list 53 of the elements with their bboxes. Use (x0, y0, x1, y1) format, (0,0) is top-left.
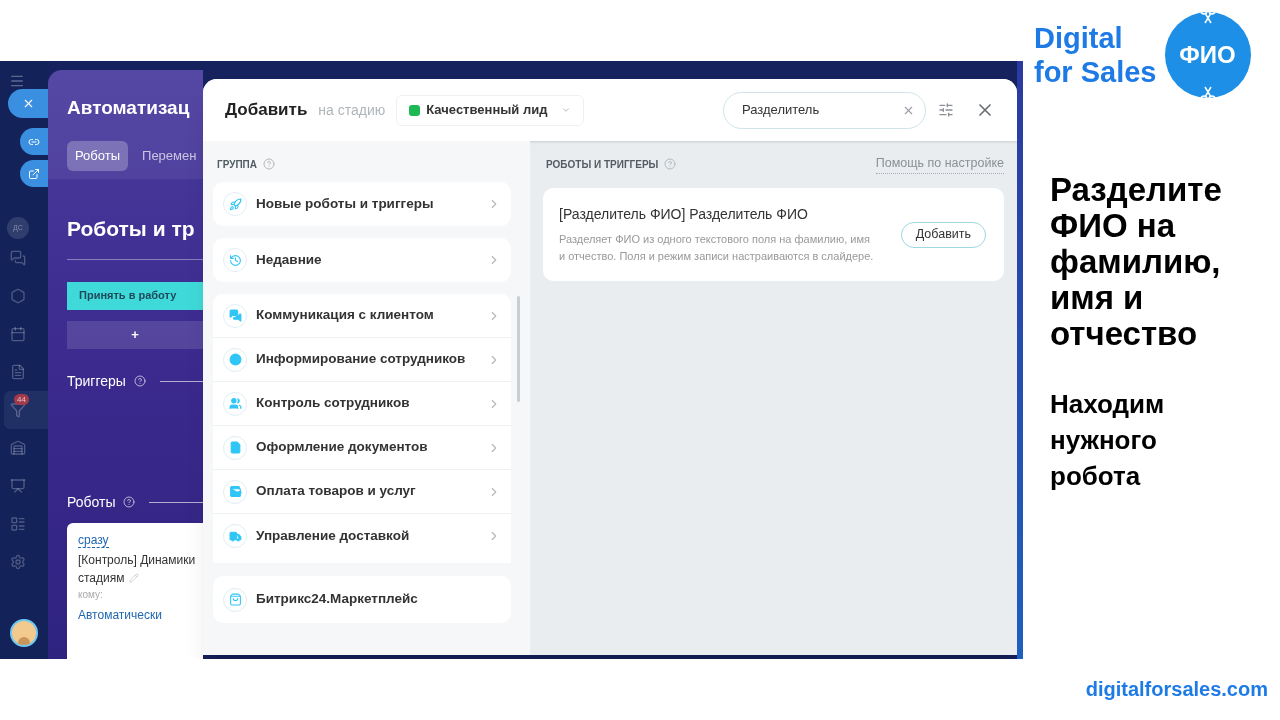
logo-text: for Sales (1034, 55, 1157, 89)
group-label: Коммуникация с клиентом (256, 306, 435, 325)
robot-title: стадиям (78, 569, 125, 587)
sidebar-icon[interactable] (10, 440, 26, 456)
dialog-title: Добавить (225, 99, 308, 122)
panel-tab[interactable]: Роботы (67, 140, 129, 171)
sidebar-icon[interactable] (10, 364, 26, 380)
group-heading: ГРУППА (217, 157, 258, 172)
logo-text: Digital (1034, 21, 1124, 55)
stage-button[interactable]: Принять в работу (67, 281, 203, 310)
notification-badge: 44 (14, 394, 29, 405)
robot-timing[interactable]: сразу (78, 532, 109, 548)
caret-icon (561, 105, 572, 115)
robot-card[interactable]: сразу [Контроль] Динамики стадиям кому: Автоматически (67, 522, 203, 659)
marketplace-item[interactable]: Битрикс24.Маркетплейс (213, 576, 511, 623)
sidebar-icon[interactable] (10, 326, 26, 342)
sidebar-icon[interactable] (10, 402, 26, 418)
stage-select[interactable]: Качественный лид (396, 94, 585, 126)
group-label: Оплата товаров и услуг (256, 482, 417, 501)
group-label: Информирование сотрудников (256, 350, 467, 369)
user-avatar[interactable] (10, 619, 38, 647)
group-label: Управление доставкой (256, 526, 411, 545)
sidebar-icon[interactable] (10, 250, 26, 266)
triggers-label: Триггеры (67, 371, 126, 391)
website-url: digitalforsales.com (1085, 677, 1268, 702)
group-label: Оформление документов (256, 438, 429, 457)
result-description: Разделяет ФИО из одного текстового поля на фамилию, имя и отчество. Поля и режим записи настраиваются в слайдере. (559, 232, 875, 264)
slide-headline: Разделите ФИО на фамилию, имя и отчество (1050, 172, 1223, 352)
sidebar-icon[interactable] (10, 288, 26, 304)
group-label: Контроль сотрудников (256, 394, 411, 413)
external-link-icon (28, 167, 40, 180)
panel-tab[interactable]: Перемен (134, 140, 203, 171)
panel-title: Автоматизац (67, 96, 191, 120)
robot-to-value[interactable]: Автоматически (78, 605, 192, 624)
close-button[interactable] (8, 89, 48, 118)
sidebar-icon[interactable] (10, 516, 26, 532)
add-stage-button[interactable]: + (67, 320, 203, 349)
robots-label: Роботы (67, 492, 116, 512)
menu-icon[interactable] (9, 73, 25, 89)
filter-icon[interactable] (938, 102, 954, 118)
results-heading: РОБОТЫ И ТРИГГЕРЫ (546, 157, 659, 172)
result-title: [Разделитель ФИО] Разделитель ФИО (559, 205, 809, 224)
slide-subheading: Находим нужного робота (1050, 388, 1166, 493)
link-button[interactable] (20, 128, 48, 155)
robot-to-label: кому: (78, 587, 104, 602)
sidebar-icon[interactable] (10, 554, 26, 570)
group-label: Новые роботы и триггеры (256, 194, 435, 213)
group-label: Недавние (256, 250, 323, 269)
scrollbar[interactable] (517, 296, 520, 402)
sidebar-icon[interactable] (10, 478, 26, 494)
stage-prefix: на стадию (318, 100, 386, 120)
external-link-button[interactable] (20, 160, 48, 187)
section-heading: Роботы и тр (67, 216, 196, 242)
